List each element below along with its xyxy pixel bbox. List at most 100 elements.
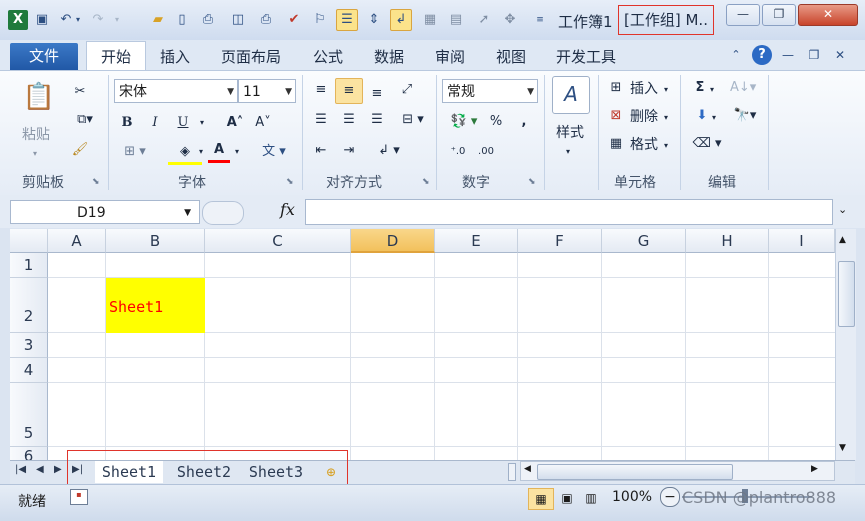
paste-dropdown-icon[interactable]: ▾ [33,144,37,164]
font-color-dropdown-icon[interactable]: ▾ [232,142,242,162]
paste-icon[interactable]: 📋 [22,80,56,114]
redo-dropdown-icon[interactable]: ▾ [112,10,122,30]
number-format-select[interactable]: 常规 ▼ [442,79,538,103]
row-header-5[interactable]: 5 [10,383,48,447]
col-header-b[interactable]: B [106,229,205,253]
print-preview-2-icon[interactable]: ◫ [228,10,248,30]
col-header-d[interactable]: D [351,229,435,253]
scroll-up-icon[interactable]: ▲ [839,235,846,245]
zoom-level[interactable]: 100% [612,489,652,505]
fill-dropdown-icon[interactable]: ▾ [712,108,716,128]
collapse-ribbon-icon[interactable]: ⌃ [726,45,746,65]
bold-button[interactable]: B [118,113,136,133]
col-header-c[interactable]: C [205,229,351,253]
select-objects-icon[interactable]: ✥ [500,10,520,30]
tab-file[interactable]: 文件 [10,43,78,70]
print-preview-icon[interactable]: ⎙ [198,10,218,30]
tab-insert[interactable]: 插入 [160,44,190,70]
col-header-h[interactable]: H [686,229,769,253]
wrap-qa-icon[interactable]: ↲ [390,9,412,31]
format-painter-qa-icon[interactable]: ⚐ [310,10,330,30]
undo-dropdown-icon[interactable]: ▾ [72,10,84,30]
col-header-i[interactable]: I [769,229,835,253]
tab-review[interactable]: 审阅 [435,44,465,70]
scroll-right-icon[interactable]: ▶ [811,464,818,474]
insert-cells-button[interactable]: 插入 [630,78,658,98]
normal-view-icon[interactable]: ▦ [528,488,554,510]
row-header-2[interactable]: 2 [10,278,48,333]
row-header-6[interactable]: 6 [10,447,48,460]
font-size-select[interactable]: 11 ▼ [238,79,296,103]
styles-icon[interactable]: A [552,76,590,114]
delete-cells-icon[interactable]: ⊠ [606,106,626,126]
format-cells-icon[interactable]: ▦ [606,134,626,154]
increase-decimal-icon[interactable]: ⁺.0 [446,142,470,162]
tab-home[interactable]: 开始 [86,41,146,72]
orientation-icon[interactable]: ⤢ [396,80,418,100]
cell-b2[interactable]: Sheet1 [106,278,205,333]
percent-button[interactable]: % [488,112,504,132]
autosum-dropdown-icon[interactable]: ▾ [710,80,714,100]
prev-sheet-icon[interactable]: ◀ [36,464,44,475]
row-header-1[interactable]: 1 [10,253,48,278]
worksheet-grid[interactable]: A B C D E F G H I 1 2 3 4 5 6 Sheet1 [10,229,835,460]
merge-center-icon[interactable]: ⊟ ▾ [396,110,430,130]
clipboard-launcher-icon[interactable]: ⬊ [92,177,100,187]
help-icon[interactable]: ? [752,45,772,65]
ribbon-restore-icon[interactable]: ❐ [804,45,824,65]
insert-function-button[interactable]: fx [280,200,295,219]
find-select-icon[interactable]: 🔭▾ [730,106,760,126]
font-launcher-icon[interactable]: ⬊ [286,177,294,187]
tab-split-handle[interactable] [508,463,516,481]
grow-font-icon[interactable]: A˄ [224,113,246,133]
scroll-left-icon[interactable]: ◀ [524,464,531,474]
name-box[interactable]: D19 ▼ [10,200,200,224]
print-icon[interactable]: ⎙ [256,10,276,30]
text-box-qa-icon[interactable]: ▤ [446,10,466,30]
paste-button[interactable]: 粘贴 [22,124,50,144]
excel-logo-icon[interactable]: X [8,10,28,30]
spell-check-icon[interactable]: ✔ [284,10,304,30]
minimize-button[interactable]: — [726,4,760,26]
format-painter-icon[interactable]: 🖌 [70,140,90,160]
horizontal-scroll-thumb[interactable] [537,464,733,480]
formula-input[interactable] [305,199,833,225]
align-left-icon[interactable]: ☰ [310,110,332,130]
ribbon-minimize-icon[interactable]: — [778,45,798,65]
comma-button[interactable]: , [518,112,530,132]
delete-cells-button[interactable]: 删除 [630,106,658,126]
wrap-text-icon[interactable]: ↲ ▾ [372,141,406,161]
col-header-a[interactable]: A [48,229,106,253]
font-color-icon[interactable]: A [208,140,230,163]
formula-bar-splitter[interactable] [202,201,244,225]
zoom-out-button[interactable]: − [660,487,680,507]
autosum-button[interactable]: Σ [692,78,708,98]
horizontal-scrollbar[interactable]: ◀ ▶ [520,461,835,481]
row-header-4[interactable]: 4 [10,358,48,383]
scroll-down-icon[interactable]: ▼ [839,443,846,453]
format-dropdown-icon[interactable]: ▾ [664,136,668,156]
sort-filter-icon[interactable]: A↓▾ [730,78,756,98]
tab-data[interactable]: 数据 [374,44,404,70]
tab-formulas[interactable]: 公式 [313,44,343,70]
copy-icon[interactable]: ⧉▾ [70,110,100,130]
tab-page-layout[interactable]: 页面布局 [221,44,281,70]
first-sheet-icon[interactable]: |◀ [15,464,26,475]
align-top-icon[interactable]: ≡ [310,80,332,100]
vertical-scroll-thumb[interactable] [838,261,855,327]
format-cells-button[interactable]: 格式 [630,134,658,154]
underline-dropdown-icon[interactable]: ▾ [196,113,208,133]
new-file-icon[interactable]: ▯ [172,10,192,30]
delete-dropdown-icon[interactable]: ▾ [664,108,668,128]
next-sheet-icon[interactable]: ▶ [54,464,62,475]
cut-icon[interactable]: ✂ [70,82,90,102]
italic-button[interactable]: I [146,113,164,133]
pointer-icon[interactable]: ➚ [474,10,494,30]
insert-cells-icon[interactable]: ⊞ [606,78,626,98]
restore-button[interactable]: ❐ [762,4,796,26]
align-right-icon[interactable]: ☰ [366,110,388,130]
styles-dropdown-icon[interactable]: ▾ [566,142,570,162]
macro-record-icon[interactable]: ▪ [70,489,88,505]
decrease-indent-icon[interactable]: ⇤ [310,141,332,161]
page-layout-view-icon[interactable]: ▣ [556,488,578,508]
